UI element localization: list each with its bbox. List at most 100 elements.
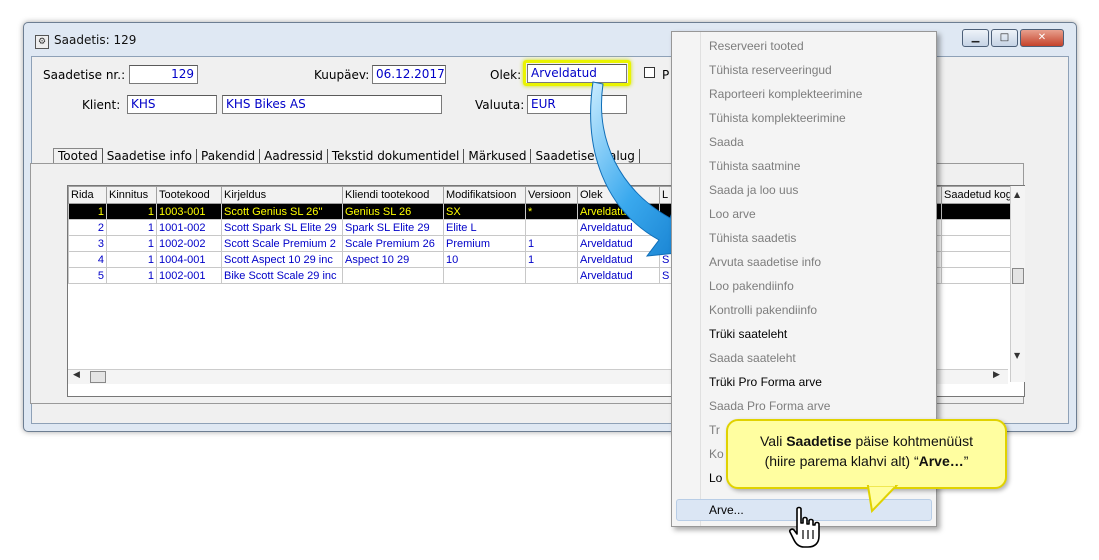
callout-text: päise kohtmenüüst [851, 433, 973, 449]
cell: 1 [106, 251, 157, 268]
menu-item-check-package-info[interactable]: Kontrolli pakendiinfo [709, 303, 817, 317]
cell: Elite L [443, 219, 526, 236]
menu-item-partial-ko[interactable]: Ko [709, 447, 724, 461]
scroll-left-icon[interactable]: ◀ [73, 370, 80, 380]
instruction-callout: Vali Saadetise päise kohtmenüüst (hiire … [726, 419, 1007, 489]
hand-cursor-icon [789, 506, 820, 548]
cell [443, 267, 526, 284]
cell: Genius SL 26 [342, 203, 444, 220]
vertical-scrollbar[interactable]: ▲ ▼ [1010, 186, 1025, 382]
menu-item-send-proforma[interactable]: Saada Pro Forma arve [709, 399, 830, 413]
cell: Aspect 10 29 [342, 251, 444, 268]
cell [342, 267, 444, 284]
cell: Scott Spark SL Elite 29 [221, 219, 343, 236]
column-header[interactable]: Kinnitus [106, 186, 157, 204]
shipment-no-field[interactable]: 129 [129, 65, 198, 84]
scroll-right-icon[interactable]: ▶ [993, 370, 1000, 380]
currency-label: Valuuta: [475, 98, 525, 112]
cell: Scott Aspect 10 29 inc [221, 251, 343, 268]
shipment-no-label: Saadetise nr.: [43, 68, 126, 82]
cell: Scale Premium 26 [342, 235, 444, 252]
cell: 1 [106, 203, 157, 220]
callout-bold-text: Arve… [918, 453, 964, 469]
menu-item-print-delivery-note[interactable]: Trüki saateleht [709, 327, 787, 341]
cell: 1 [68, 203, 107, 220]
cell: Bike Scott Scale 29 inc [221, 267, 343, 284]
menu-item-cancel-shipment[interactable]: Tühista saadetis [709, 231, 796, 245]
menu-item-invoice[interactable]: Arve... [709, 503, 744, 517]
cell: 1002-001 [156, 267, 222, 284]
callout-text: ” [963, 453, 969, 469]
tab-document-texts[interactable]: Tekstid dokumentidel [328, 149, 465, 163]
status-label: Olek: [490, 68, 522, 82]
cell: 1 [106, 219, 157, 236]
window-title: Saadetis: 129 [54, 33, 137, 47]
cell: Spark SL Elite 29 [342, 219, 444, 236]
tab-products[interactable]: Tooted [53, 148, 103, 163]
tab-shipment-info[interactable]: Saadetise info [103, 149, 198, 163]
callout-line-2: (hiire parema klahvi alt) “Arve…” [728, 451, 1005, 471]
menu-item-send-and-create-new[interactable]: Saada ja loo uus [709, 183, 798, 197]
cell: Scott Genius SL 26'' [221, 203, 343, 220]
client-code-field[interactable]: KHS [127, 95, 217, 114]
menu-item-partial-lo[interactable]: Lo [709, 471, 722, 485]
menu-item-reserve-products[interactable]: Reserveeri tooted [709, 39, 804, 53]
callout-bold-text: Saadetise [786, 433, 852, 449]
client-label: Klient: [82, 98, 121, 112]
maximize-button[interactable]: □ [991, 29, 1018, 47]
column-header[interactable]: Modifikatsioon [443, 186, 526, 204]
tab-notes[interactable]: Märkused [464, 149, 532, 163]
menu-item-cancel-sending[interactable]: Tühista saatmine [709, 159, 800, 173]
date-field[interactable]: 06.12.2017 [372, 65, 446, 84]
vertical-scroll-thumb[interactable] [1012, 268, 1024, 284]
column-header[interactable]: Kliendi tootekood [342, 186, 444, 204]
close-button[interactable]: ✕ [1020, 29, 1064, 47]
cell: SX [443, 203, 526, 220]
cell: * [525, 203, 578, 220]
menu-item-create-package-info[interactable]: Loo pakendiinfo [709, 279, 794, 293]
scroll-up-icon[interactable]: ▲ [1014, 190, 1020, 199]
tab-bar: Tooted Saadetise info Pakendid Aadressid Tek… [53, 148, 640, 163]
menu-item-cancel-picking[interactable]: Tühista komplekteerimine [709, 111, 846, 125]
menu-item-calculate-shipment-info[interactable]: Arvuta saadetise info [709, 255, 821, 269]
cell: 4 [68, 251, 107, 268]
scroll-down-icon[interactable]: ▼ [1014, 351, 1020, 360]
column-header[interactable]: Rida [68, 186, 107, 204]
column-header[interactable]: Kirjeldus [221, 186, 343, 204]
client-name-field[interactable]: KHS Bikes AS [222, 95, 442, 114]
date-label: Kuupäev: [314, 68, 370, 82]
callout-pointer-icon [866, 485, 899, 514]
tab-packages[interactable]: Pakendid [197, 149, 261, 163]
cell: 1004-001 [156, 251, 222, 268]
cell [525, 219, 578, 236]
cell: 2 [68, 219, 107, 236]
cell: Scott Scale Premium 2 [221, 235, 343, 252]
cell: 1 [106, 235, 157, 252]
menu-item-cancel-reservations[interactable]: Tühista reserveeringud [709, 63, 832, 77]
tab-addresses[interactable]: Aadressid [260, 149, 328, 163]
cell: Premium [443, 235, 526, 252]
cell: 1 [525, 235, 578, 252]
minimize-button[interactable]: ▁ [962, 29, 989, 47]
menu-item-report-picking[interactable]: Raporteeri komplekteerimine [709, 87, 862, 101]
menu-item-send[interactable]: Saada [709, 135, 744, 149]
cell: 1002-002 [156, 235, 222, 252]
cell: 1001-002 [156, 219, 222, 236]
menu-item-print-proforma[interactable]: Trüki Pro Forma arve [709, 375, 822, 389]
column-header[interactable]: Tootekood [156, 186, 222, 204]
cell: 3 [68, 235, 107, 252]
cell: 1 [525, 251, 578, 268]
column-header[interactable]: Versioon [525, 186, 578, 204]
callout-line-1: Vali Saadetise päise kohtmenüüst [728, 431, 1005, 451]
horizontal-scroll-thumb[interactable] [90, 371, 106, 383]
cell [525, 267, 578, 284]
menu-item-send-delivery-note[interactable]: Saada saateleht [709, 351, 796, 365]
app-icon: ⚙ [35, 35, 49, 49]
callout-text: (hiire parema klahvi alt) “ [764, 453, 919, 469]
cell: 10 [443, 251, 526, 268]
menu-item-partial-tr[interactable]: Tr [709, 423, 720, 437]
cell: 1 [106, 267, 157, 284]
menu-gutter-divider [700, 32, 701, 526]
callout-text: Vali [760, 433, 787, 449]
menu-item-create-invoice[interactable]: Loo arve [709, 207, 756, 221]
